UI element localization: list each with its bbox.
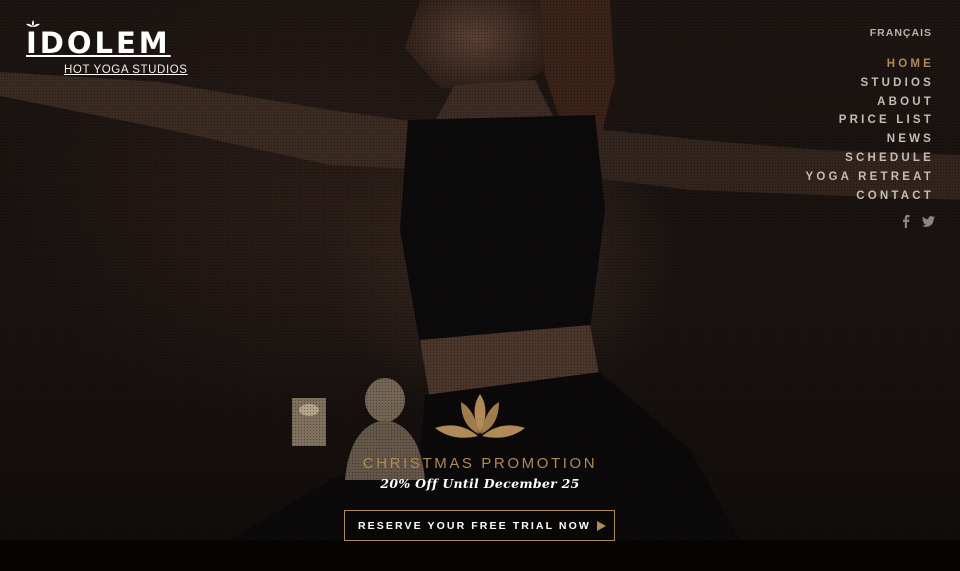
footer-bar <box>0 540 960 571</box>
nav-item-schedule[interactable]: SCHEDULE <box>806 149 935 168</box>
twitter-icon[interactable] <box>922 214 935 228</box>
language-switch-link[interactable]: FRANÇAIS <box>870 27 932 39</box>
photo-top <box>400 115 605 345</box>
lotus-icon <box>26 20 40 27</box>
main-nav: HOME STUDIOS ABOUT PRICE LIST NEWS SCHED… <box>806 55 935 205</box>
promo-title: CHRISTMAS PROMOTION <box>362 455 598 472</box>
lotus-icon <box>435 394 525 438</box>
nav-item-contact[interactable]: CONTACT <box>806 187 935 206</box>
nav-item-price-list[interactable]: PRICE LIST <box>806 111 935 130</box>
promo-subtitle: 20% Off Until December 25 <box>380 476 580 491</box>
facebook-icon[interactable] <box>900 214 912 228</box>
photo-left-arm <box>0 72 440 170</box>
brand-tagline: HOT YOGA STUDIOS <box>64 64 188 76</box>
reserve-free-trial-button[interactable]: RESERVE YOUR FREE TRIAL NOW <box>344 510 615 541</box>
nav-item-home[interactable]: HOME <box>806 55 935 74</box>
promotion-banner: CHRISTMAS PROMOTION 20% Off Until Decemb… <box>330 392 630 491</box>
nav-item-about[interactable]: ABOUT <box>806 93 935 112</box>
social-links <box>900 214 935 228</box>
nav-item-news[interactable]: NEWS <box>806 130 935 149</box>
cta-label: RESERVE YOUR FREE TRIAL NOW <box>358 519 591 532</box>
brand-logo[interactable]: IDOLEM HOT YOGA STUDIOS <box>26 20 188 76</box>
nav-item-yoga-retreat[interactable]: YOGA RETREAT <box>806 168 935 187</box>
nav-item-studios[interactable]: STUDIOS <box>806 74 935 93</box>
play-arrow-icon <box>597 521 606 531</box>
brand-name: IDOLEM <box>26 26 171 60</box>
